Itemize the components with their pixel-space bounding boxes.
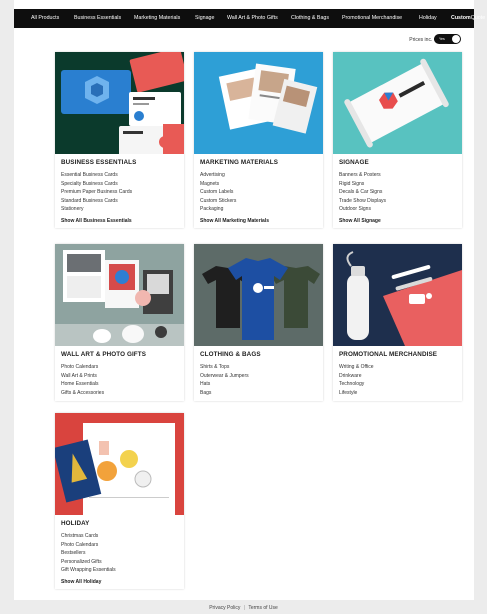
top-navigation: All Products Business Essentials Marketi…	[14, 9, 485, 28]
card-title[interactable]: Holiday	[61, 520, 178, 527]
card-link-specialty-business-cards[interactable]: Specialty Business Cards	[61, 180, 178, 189]
show-all-marketing-materials-link[interactable]: Show All Marketing Materials	[200, 218, 317, 224]
card-link-outdoor-signs[interactable]: Outdoor Signs	[339, 205, 456, 214]
card-link-stationery[interactable]: Stationery	[61, 205, 178, 214]
card-link-gift-wrapping-essentials[interactable]: Gift Wrapping Essentials	[61, 566, 178, 575]
card-link-hats[interactable]: Hats	[200, 380, 317, 389]
clothing-bags-image[interactable]	[194, 244, 323, 346]
card-link-decals-car-signs[interactable]: Decals & Car Signs	[339, 188, 456, 197]
nav-holiday[interactable]: Holiday	[419, 9, 437, 28]
nav-custom-rest: Quote	[470, 15, 486, 21]
category-card-business-essentials: Business Essentials Essential Business C…	[55, 52, 184, 228]
signage-image[interactable]	[333, 52, 462, 154]
card-link-writing-office[interactable]: Writing & Office	[339, 363, 456, 372]
card-link-bags[interactable]: Bags	[200, 389, 317, 398]
card-link-magnets[interactable]: Magnets	[200, 180, 317, 189]
promotional-merchandise-image[interactable]	[333, 244, 462, 346]
card-link-essential-business-cards[interactable]: Essential Business Cards	[61, 171, 178, 180]
category-card-marketing-materials: Marketing Materials Advertising Magnets …	[194, 52, 323, 228]
card-link-home-essentials[interactable]: Home Essentials	[61, 380, 178, 389]
marketing-materials-image[interactable]	[194, 52, 323, 154]
show-all-business-essentials-link[interactable]: Show All Business Essentials	[61, 218, 178, 224]
card-link-advertising[interactable]: Advertising	[200, 171, 317, 180]
show-all-holiday-link[interactable]: Show All Holiday	[61, 579, 178, 585]
card-title[interactable]: Promotional Merchandise	[339, 351, 456, 358]
card-link-drinkware[interactable]: Drinkware	[339, 372, 456, 381]
card-link-bestsellers[interactable]: Bestsellers	[61, 549, 178, 558]
card-link-personalized-gifts[interactable]: Personalized Gifts	[61, 558, 178, 567]
card-link-photo-calendars[interactable]: Photo Calendars	[61, 363, 178, 372]
card-link-outerwear-jumpers[interactable]: Outerwear & Jumpers	[200, 372, 317, 381]
card-link-banners-posters[interactable]: Banners & Posters	[339, 171, 456, 180]
nav-custom-strong: Custom	[451, 15, 471, 21]
category-card-wall-art-photo-gifts: Wall Art & Photo Gifts Photo Calendars W…	[55, 244, 184, 402]
privacy-policy-link[interactable]: Privacy Policy	[209, 605, 240, 611]
gst-toggle-label: Yes	[439, 37, 445, 41]
card-link-christmas-cards[interactable]: Christmas Cards	[61, 532, 178, 541]
card-link-standard-business-cards[interactable]: Standard Business Cards	[61, 197, 178, 206]
card-link-custom-stickers[interactable]: Custom Stickers	[200, 197, 317, 206]
card-title[interactable]: Clothing & Bags	[200, 351, 317, 358]
card-link-shirts-tops[interactable]: Shirts & Tops	[200, 363, 317, 372]
nav-marketing-materials[interactable]: Marketing Materials	[134, 9, 180, 28]
nav-promotional-merchandise[interactable]: Promotional Merchandise	[342, 9, 402, 28]
category-card-signage: Signage Banners & Posters Rigid Signs De…	[333, 52, 462, 228]
card-link-custom-labels[interactable]: Custom Labels	[200, 188, 317, 197]
toggle-knob	[452, 35, 460, 43]
show-all-signage-link[interactable]: Show All Signage	[339, 218, 456, 224]
card-link-wall-art-prints[interactable]: Wall Art & Prints	[61, 372, 178, 381]
card-link-rigid-signs[interactable]: Rigid Signs	[339, 180, 456, 189]
card-title[interactable]: Signage	[339, 159, 456, 166]
category-card-promotional-merchandise: Promotional Merchandise Writing & Office…	[333, 244, 462, 402]
holiday-image[interactable]	[55, 413, 184, 515]
footer: Privacy Policy | Terms of Use	[0, 605, 487, 611]
nav-custom-quote[interactable]: CustomQuote	[451, 9, 485, 28]
category-card-clothing-bags: Clothing & Bags Shirts & Tops Outerwear …	[194, 244, 323, 402]
nav-wall-art[interactable]: Wall Art & Photo Gifts	[227, 9, 278, 28]
wall-art-image[interactable]	[55, 244, 184, 346]
card-title[interactable]: Marketing Materials	[200, 159, 317, 166]
card-link-packaging[interactable]: Packaging	[200, 205, 317, 214]
card-link-photo-calendars[interactable]: Photo Calendars	[61, 541, 178, 550]
page-content: All Products Business Essentials Marketi…	[14, 0, 485, 600]
card-link-gifts-accessories[interactable]: Gifts & Accessories	[61, 389, 178, 398]
gst-toggle[interactable]: Yes	[434, 34, 461, 44]
business-essentials-image[interactable]	[55, 52, 184, 154]
card-title[interactable]: Wall Art & Photo Gifts	[61, 351, 178, 358]
nav-all-products[interactable]: All Products	[31, 9, 59, 28]
card-link-technology[interactable]: Technology	[339, 380, 456, 389]
nav-business-essentials[interactable]: Business Essentials	[74, 9, 121, 28]
card-link-trade-show-displays[interactable]: Trade Show Displays	[339, 197, 456, 206]
card-link-premium-paper-business-cards[interactable]: Premium Paper Business Cards	[61, 188, 178, 197]
card-title[interactable]: Business Essentials	[61, 159, 178, 166]
card-link-lifestyle[interactable]: Lifestyle	[339, 389, 456, 398]
nav-signage[interactable]: Signage	[195, 9, 214, 28]
category-card-holiday: Holiday Christmas Cards Photo Calendars …	[55, 413, 184, 589]
footer-separator: |	[243, 605, 246, 611]
terms-of-use-link[interactable]: Terms of Use	[248, 605, 277, 611]
nav-clothing-bags[interactable]: Clothing & Bags	[291, 9, 329, 28]
